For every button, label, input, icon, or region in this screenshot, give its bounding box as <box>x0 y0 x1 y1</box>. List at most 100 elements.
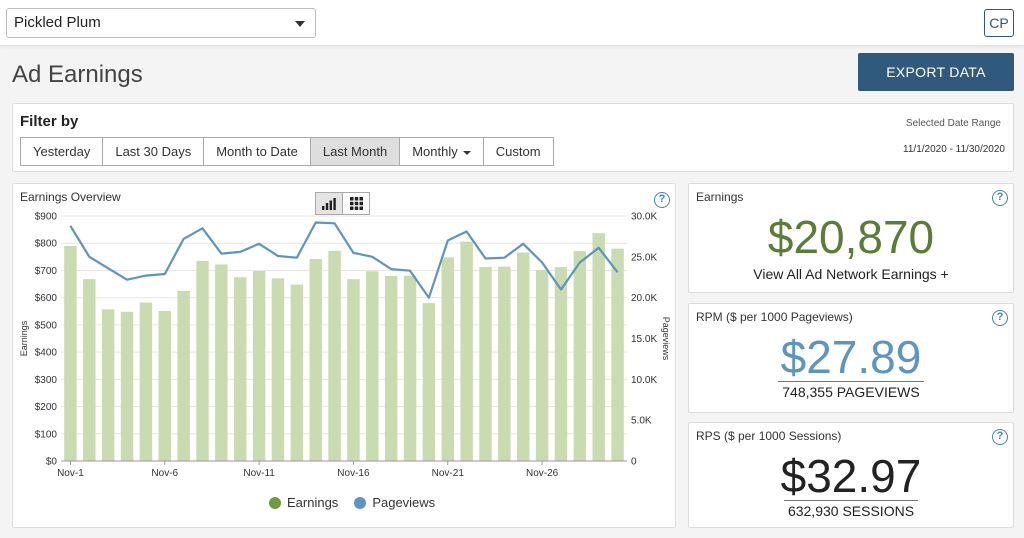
y2-tick-label: 30.0K <box>631 212 657 223</box>
legend-dot-pageviews <box>354 496 367 509</box>
earnings-bar <box>498 266 511 461</box>
y-tick-label: $300 <box>35 375 58 386</box>
earnings-bar <box>479 266 492 461</box>
earnings-overview-panel: $0 $100 $200 $300 $400 $500 $600 $700 $800 $900 0 5… <box>12 183 676 528</box>
earnings-bar <box>592 233 605 461</box>
rpm-pageviews-total: 748,355 PAGEVIEWS <box>689 381 1013 400</box>
site-select[interactable]: Pickled Plum <box>6 8 316 38</box>
bar-chart-icon <box>322 197 336 210</box>
filter-month-to-date-button[interactable]: Month to Date <box>203 137 311 166</box>
chart-view-toggle <box>315 192 370 215</box>
legend-item-pageviews[interactable]: Pageviews <box>354 495 435 510</box>
earnings-bar <box>177 290 190 461</box>
user-avatar[interactable]: CP <box>984 9 1014 37</box>
pageviews-line <box>69 221 619 299</box>
earnings-bar <box>535 269 549 461</box>
chart-title: Earnings Overview <box>20 190 121 204</box>
help-icon[interactable]: ? <box>992 310 1008 326</box>
table-view-button[interactable] <box>342 192 370 215</box>
chevron-down-icon <box>295 21 305 27</box>
earnings-bar <box>328 250 341 461</box>
y-tick-label: $200 <box>35 402 58 413</box>
y-tick-label: $100 <box>35 429 58 440</box>
top-bar: Pickled Plum CP <box>0 0 1024 46</box>
y-tick-label: $700 <box>35 266 58 277</box>
x-tick-label: Nov-16 <box>337 468 370 479</box>
filter-monthly-dropdown[interactable]: Monthly <box>399 137 484 166</box>
grid-icon <box>349 197 363 210</box>
earnings-bar <box>441 257 454 461</box>
filter-custom-button[interactable]: Custom <box>482 137 554 166</box>
filter-monthly-label: Monthly <box>412 144 458 159</box>
earnings-bar <box>252 270 266 461</box>
earnings-chart: $0 $100 $200 $300 $400 $500 $600 $700 $800 $900 0 5… <box>19 212 671 480</box>
rpm-kpi-value: $27.89 <box>780 331 922 383</box>
bar-chart-view-button[interactable] <box>315 192 343 215</box>
legend-item-earnings[interactable]: Earnings <box>269 495 338 510</box>
legend-label-earnings: Earnings <box>287 495 339 510</box>
site-select-value: Pickled Plum <box>14 14 101 31</box>
earnings-kpi-value: $20,870 <box>767 211 935 263</box>
y-tick-label: $400 <box>35 348 58 359</box>
earnings-bar <box>611 248 624 461</box>
earnings-bar <box>573 251 587 461</box>
rps-kpi-card: RPS ($ per 1000 Sessions) ? $32.97 632,9… <box>688 422 1014 528</box>
earnings-bar <box>234 277 247 461</box>
y-tick-label: $900 <box>35 212 58 223</box>
earnings-bar <box>347 279 360 461</box>
earnings-bar <box>120 311 134 461</box>
earnings-bar <box>517 252 530 461</box>
x-tick-label: Nov-11 <box>243 468 275 479</box>
x-tick-label: Nov-1 <box>57 468 84 479</box>
earnings-bar <box>215 264 228 461</box>
earnings-bar <box>83 279 96 461</box>
earnings-bar <box>309 259 322 461</box>
rps-kpi-label: RPS ($ per 1000 Sessions) <box>696 429 842 443</box>
help-icon[interactable]: ? <box>992 429 1008 445</box>
view-all-earnings-link[interactable]: View All Ad Network Earnings + <box>689 266 1013 282</box>
earnings-bar <box>554 267 568 461</box>
earnings-bar <box>64 245 77 461</box>
y2-tick-label: 15.0K <box>631 334 657 345</box>
filter-yesterday-button[interactable]: Yesterday <box>20 137 104 166</box>
y2-tick-label: 20.0K <box>631 293 657 304</box>
filter-button-group: Yesterday Last 30 Days Month to Date Las… <box>20 137 554 166</box>
rps-sessions-text: 632,930 SESSIONS <box>783 500 919 519</box>
filter-last-month-button[interactable]: Last Month <box>309 137 401 166</box>
page-title: Ad Earnings <box>12 61 143 88</box>
y-tick-label: $500 <box>35 320 58 331</box>
date-range-label: Selected Date Range <box>905 118 1001 129</box>
y2-tick-label: 25.0K <box>631 252 657 263</box>
y2-axis-title: Pageviews <box>661 317 671 361</box>
y2-tick-label: 10.0K <box>631 375 657 386</box>
x-tick-label: Nov-6 <box>151 468 178 479</box>
legend-label-pageviews: Pageviews <box>372 495 436 510</box>
earnings-bar <box>366 271 379 461</box>
rpm-kpi-card: RPM ($ per 1000 Pageviews) ? $27.89 748,… <box>688 303 1014 413</box>
help-icon[interactable]: ? <box>654 192 670 208</box>
y-tick-label: $0 <box>46 457 58 468</box>
earnings-bar <box>196 260 209 461</box>
export-data-button[interactable]: EXPORT DATA <box>858 53 1014 91</box>
earnings-bar <box>384 275 398 461</box>
earnings-bar <box>403 275 417 461</box>
earnings-bar <box>139 302 153 461</box>
filter-title: Filter by <box>20 113 79 130</box>
date-range-value: 11/1/2020 - 11/30/2020 <box>903 144 1005 155</box>
y2-tick-label: 0 <box>631 457 637 468</box>
x-tick-label: Nov-21 <box>432 468 465 479</box>
x-tick-label: Nov-26 <box>526 468 559 479</box>
legend-dot-earnings <box>269 496 281 509</box>
earnings-kpi-label: Earnings <box>696 190 744 204</box>
earnings-bar <box>460 241 473 461</box>
earnings-bar <box>158 311 171 461</box>
y2-tick-label: 5.0K <box>631 416 652 427</box>
filter-panel: Filter by Yesterday Last 30 Days Month t… <box>12 103 1014 172</box>
help-icon[interactable]: ? <box>992 190 1008 206</box>
chart-legend: Earnings Pageviews <box>269 495 451 510</box>
rps-kpi-value: $32.97 <box>780 450 922 502</box>
earnings-bar <box>271 278 285 461</box>
filter-last-30-days-button[interactable]: Last 30 Days <box>102 137 205 166</box>
rps-sessions-total: 632,930 SESSIONS <box>689 500 1013 519</box>
rpm-kpi-label: RPM ($ per 1000 Pageviews) <box>696 310 853 324</box>
